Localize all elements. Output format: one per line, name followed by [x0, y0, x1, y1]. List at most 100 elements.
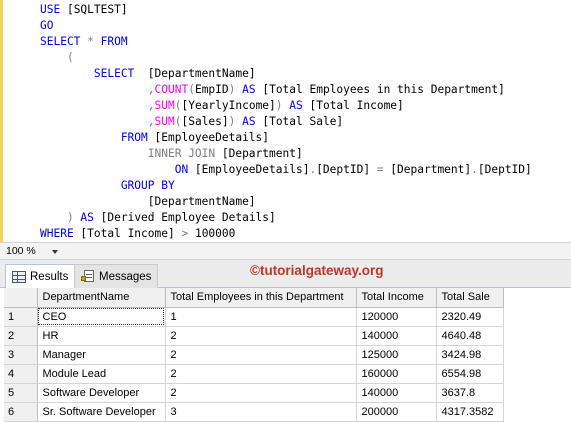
cell-total-employees[interactable]: 2: [165, 364, 357, 384]
code-token: AS: [242, 115, 263, 128]
cell-total-employees[interactable]: 2: [165, 326, 357, 346]
code-line[interactable]: SELECT [DepartmentName]: [40, 66, 256, 82]
row-number[interactable]: 3: [4, 345, 38, 365]
cell-departmentname[interactable]: Sr. Software Developer: [37, 402, 166, 422]
code-token: INNER JOIN: [40, 147, 222, 160]
tab-messages-label: Messages: [99, 270, 152, 283]
row-number-header[interactable]: [4, 288, 38, 308]
cell-departmentname[interactable]: Module Lead: [37, 364, 166, 384]
column-header-departmentname[interactable]: DepartmentName: [37, 288, 166, 308]
code-line[interactable]: ,SUM([YearlyIncome]) AS [Total Income]: [40, 98, 404, 114]
code-token: ON: [40, 163, 195, 176]
zoom-dropdown-arrow-icon[interactable]: [52, 250, 58, 254]
cell-total-sale[interactable]: 4317.3582: [436, 402, 504, 422]
code-token: .: [471, 163, 478, 176]
cell-total-employees[interactable]: 2: [165, 383, 357, 403]
code-token: GROUP BY: [40, 179, 175, 192]
watermark: ©tutorialgateway.org: [250, 263, 384, 278]
zoom-level[interactable]: 100 %: [6, 245, 36, 257]
cell-departmentname[interactable]: Software Developer: [37, 383, 166, 403]
code-token: SELECT: [40, 67, 148, 80]
cell-total-income[interactable]: 140000: [356, 326, 437, 346]
code-token: USE: [40, 3, 67, 16]
code-token: EmpID: [194, 83, 229, 96]
code-line[interactable]: ) AS [Derived Employee Details]: [40, 210, 276, 226]
code-token: [Sales]: [181, 115, 229, 128]
code-token: ,: [40, 115, 155, 128]
code-token: ): [228, 115, 243, 128]
cell-total-sale[interactable]: 3424.98: [436, 345, 504, 365]
column-header-total-sale[interactable]: Total Sale: [436, 288, 504, 308]
code-line[interactable]: INNER JOIN [Department]: [40, 146, 303, 162]
row-number[interactable]: 5: [4, 383, 38, 403]
table-row[interactable]: 2 HR 2 140000 4640.48: [4, 326, 504, 346]
code-token: AS: [289, 99, 310, 112]
row-number[interactable]: 6: [4, 402, 38, 422]
code-token: COUNT: [154, 83, 189, 96]
code-token: [SQLTEST]: [66, 3, 128, 16]
cell-total-sale[interactable]: 6554.98: [436, 364, 504, 384]
code-line[interactable]: (: [40, 50, 74, 66]
code-token: [Total Sale]: [262, 115, 344, 128]
code-line[interactable]: ,SUM([Sales]) AS [Total Sale]: [40, 114, 343, 130]
row-number[interactable]: 2: [4, 326, 38, 346]
results-grid[interactable]: DepartmentName Total Employees in this D…: [0, 288, 571, 422]
code-token: ,: [40, 99, 155, 112]
code-token: 100000: [194, 227, 236, 240]
code-line[interactable]: WHERE [Total Income] > 100000: [40, 226, 235, 242]
code-line[interactable]: SELECT * FROM: [40, 34, 128, 50]
cell-total-income[interactable]: 200000: [356, 402, 437, 422]
code-token: SELECT: [40, 35, 88, 48]
code-line[interactable]: USE [SQLTEST]: [40, 2, 128, 18]
table-row[interactable]: 4 Module Lead 2 160000 6554.98: [4, 364, 504, 384]
row-number[interactable]: 1: [4, 307, 38, 327]
cell-total-sale[interactable]: 3637.8: [436, 383, 504, 403]
cell-total-employees[interactable]: 1: [165, 307, 357, 327]
code-token: [Department]: [221, 147, 303, 160]
code-line[interactable]: ON [EmployeeDetails].[DeptID] = [Departm…: [40, 162, 532, 178]
table-row[interactable]: 5 Software Developer 2 140000 3637.8: [4, 383, 504, 403]
tab-results[interactable]: Results: [5, 264, 76, 289]
code-token: ): [228, 83, 243, 96]
cell-departmentname[interactable]: Manager: [37, 345, 166, 365]
code-token: =: [376, 163, 391, 176]
column-header-total-employees[interactable]: Total Employees in this Department: [165, 288, 357, 308]
code-token: FROM: [40, 131, 155, 144]
code-line[interactable]: GROUP BY: [40, 178, 175, 194]
cell-total-sale[interactable]: 4640.48: [436, 326, 504, 346]
cell-total-income[interactable]: 160000: [356, 364, 437, 384]
code-line[interactable]: FROM [EmployeeDetails]: [40, 130, 269, 146]
code-token: >: [181, 227, 195, 240]
cell-total-income[interactable]: 140000: [356, 383, 437, 403]
code-token: [Total Employees in this Department]: [262, 83, 505, 96]
row-number[interactable]: 4: [4, 364, 38, 384]
code-line[interactable]: GO: [40, 18, 53, 34]
code-token: [Total Income]: [80, 227, 182, 240]
sql-editor[interactable]: USE [SQLTEST] GO SELECT * FROM ( SELECT [D…: [0, 0, 571, 242]
code-line[interactable]: [DepartmentName]: [40, 194, 256, 210]
code-token: [Derived Employee Details]: [100, 211, 276, 224]
code-token: [YearlyIncome]: [181, 99, 276, 112]
cell-departmentname[interactable]: CEO: [37, 307, 166, 327]
tab-messages[interactable]: Messages: [74, 264, 159, 288]
messages-icon: [81, 270, 95, 283]
table-row[interactable]: 1 CEO 1 120000 2320.49: [4, 307, 504, 327]
cell-total-income[interactable]: 125000: [356, 345, 437, 365]
tab-results-label: Results: [30, 270, 69, 283]
code-line[interactable]: ,COUNT(EmpID) AS [Total Employees in thi…: [40, 82, 505, 98]
cell-departmentname[interactable]: HR: [37, 326, 166, 346]
code-token: FROM: [100, 35, 128, 48]
table-row[interactable]: 6 Sr. Software Developer 3 200000 4317.3…: [4, 402, 504, 422]
code-token: SUM: [154, 115, 175, 128]
cell-total-employees[interactable]: 3: [165, 402, 357, 422]
cell-total-employees[interactable]: 2: [165, 345, 357, 365]
table-row[interactable]: 3 Manager 2 125000 3424.98: [4, 345, 504, 365]
code-token: SUM: [154, 99, 175, 112]
cell-total-income[interactable]: 120000: [356, 307, 437, 327]
cell-total-sale[interactable]: 2320.49: [436, 307, 504, 327]
code-token: [DepartmentName]: [147, 67, 256, 80]
code-token: ,: [40, 83, 155, 96]
code-token: GO: [40, 19, 54, 32]
code-token: (: [40, 51, 74, 64]
column-header-total-income[interactable]: Total Income: [356, 288, 437, 308]
